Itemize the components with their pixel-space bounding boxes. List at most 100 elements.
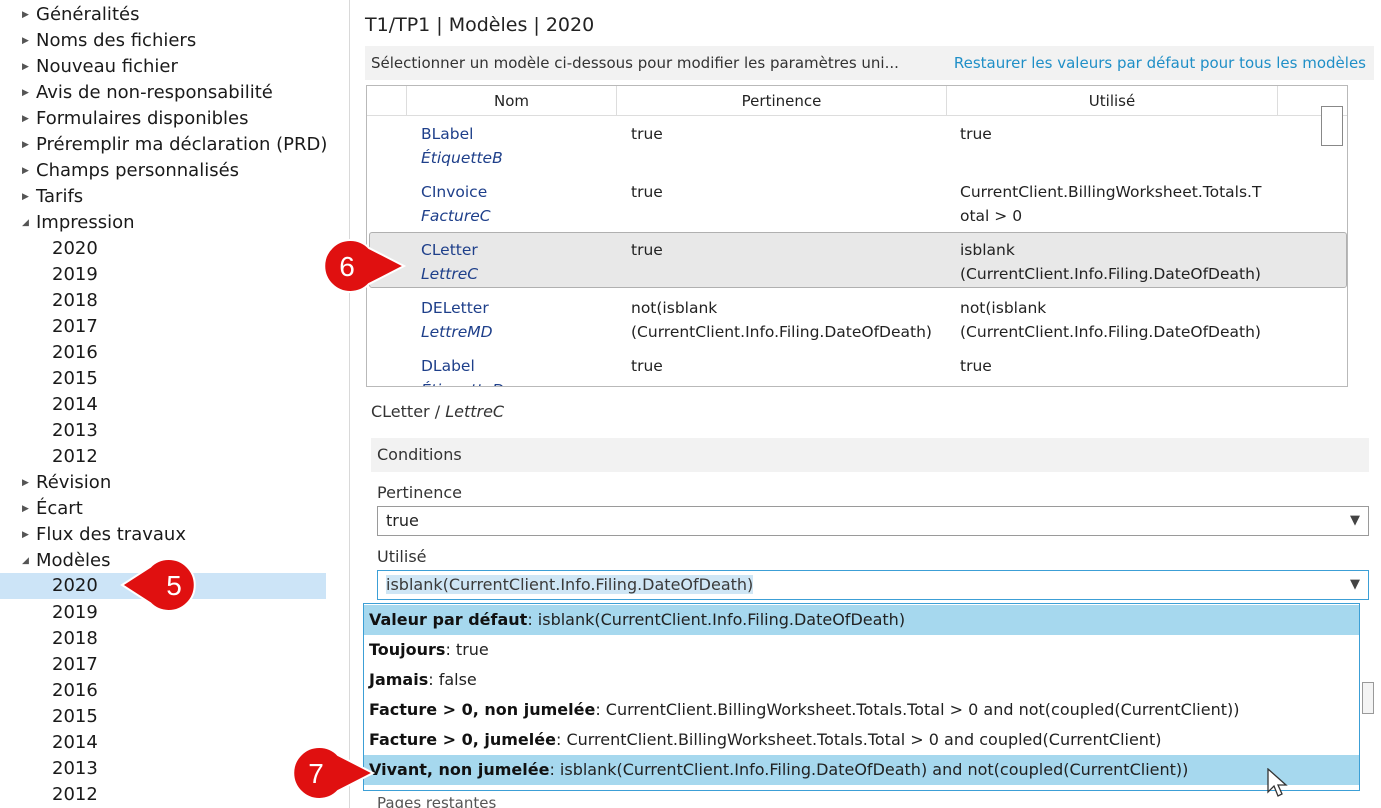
tree-item-impression-year[interactable]: 2014 [0,392,326,418]
expand-arrow-icon[interactable]: ▶ [22,496,34,522]
tree-item-label: 2017 [52,654,98,675]
tree-item-generalites[interactable]: ▶ Généralités [0,2,340,28]
tree-item-impression-year[interactable]: 2012 [0,444,326,470]
table-row[interactable]: CInvoice FactureC true CurrentClient.Bill… [369,174,1347,230]
tree-item-label: 2017 [52,316,98,337]
option-title: Valeur par défaut [369,610,528,629]
tree-item-impression[interactable]: ◢ Impression [0,210,340,236]
column-header-name[interactable]: Nom [407,86,617,116]
expand-arrow-icon[interactable]: ▶ [22,54,34,80]
table-row[interactable]: BLabel ÉtiquetteB true true [369,116,1347,172]
option-title: Facture > 0, non jumelée [369,700,596,719]
table-row[interactable]: DLabel ÉtiquetteD true true [369,348,1347,386]
tree-item-champs[interactable]: ▶ Champs personnalisés [0,158,340,184]
tree-item-label: Modèles [36,550,111,571]
table-row[interactable]: DELetter LettreMD not(isblank (CurrentClie… [369,290,1347,346]
tree-item-prd[interactable]: ▶ Préremplir ma déclaration (PRD) [0,132,340,158]
tree-item-label: 2016 [52,680,98,701]
tree-item-impression-year[interactable]: 2015 [0,366,326,392]
row-used: not(isblank (CurrentClient.Info.Filing.Da… [960,296,1290,344]
row-used-line: isblank [960,241,1015,259]
row-name-en: DLabel [421,357,475,375]
tree-item-impression-year[interactable]: 2018 [0,288,326,314]
tree-item-modeles-year[interactable]: 2018 [0,626,326,652]
expand-arrow-icon[interactable]: ▶ [22,522,34,548]
collapse-arrow-icon[interactable]: ◢ [22,210,34,236]
tree-item-label: Écart [36,498,83,519]
tree-item-label: 2020 [52,238,98,259]
tree-item-revision[interactable]: ▶ Révision [0,470,340,496]
tree-item-formulaires[interactable]: ▶ Formulaires disponibles [0,106,340,132]
tree-item-impression-year[interactable]: 2020 [0,236,326,262]
option-title: Vivant, non jumelée [369,760,550,779]
tree-item-modeles-year[interactable]: 2016 [0,678,326,704]
dropdown-option-never[interactable]: Jamais: false [364,665,1359,695]
row-relevance: true [631,183,663,201]
selected-template-title: CLetter / LettreC [371,402,504,421]
tree-item-label: 2020 [52,575,98,596]
row-name-fr: ÉtiquetteD [421,378,504,386]
grid-scrollbar-thumb[interactable] [1321,106,1343,146]
callout-number: 7 [308,758,324,789]
tree-item-label: 2013 [52,420,98,441]
tree-item-impression-year[interactable]: 2016 [0,340,326,366]
table-row-selected[interactable]: CLetter LettreC true isblank (CurrentClien… [369,232,1347,288]
tree-item-ecart[interactable]: ▶ Écart [0,496,340,522]
hidden-control-edge[interactable] [1362,682,1374,714]
tree-item-flux[interactable]: ▶ Flux des travaux [0,522,340,548]
expand-arrow-icon[interactable]: ▶ [22,470,34,496]
row-name-fr: LettreMD [421,323,493,341]
dropdown-option-invoice-not-coupled[interactable]: Facture > 0, non jumelée: CurrentClient.… [364,695,1359,725]
tree-item-label: Avis de non-responsabilité [36,82,273,103]
row-name: CInvoice FactureC [421,180,491,228]
dropdown-option-always[interactable]: Toujours: true [364,635,1359,665]
row-name-en: BLabel [421,125,474,143]
tree-item-label: 2019 [52,264,98,285]
callout-number: 6 [339,251,355,282]
used-select[interactable]: isblank(CurrentClient.Info.Filing.DateOf… [377,570,1369,600]
tree-item-impression-year[interactable]: 2017 [0,314,326,340]
expand-arrow-icon[interactable]: ▶ [22,184,34,210]
restore-defaults-link[interactable]: Restaurer les valeurs par défaut pour to… [954,46,1366,80]
tree-item-label: Impression [36,212,135,233]
tree-item-modeles-year[interactable]: 2017 [0,652,326,678]
row-relevance: true [631,125,663,143]
callout-6: 6 [323,239,407,293]
dropdown-option-alive-not-coupled[interactable]: Vivant, non jumelée: isblank(CurrentClie… [364,755,1359,785]
expand-arrow-icon[interactable]: ▶ [22,106,34,132]
chevron-down-icon[interactable]: ▼ [1350,507,1360,535]
expand-arrow-icon[interactable]: ▶ [22,28,34,54]
expand-arrow-icon[interactable]: ▶ [22,80,34,106]
tree-item-label: 2012 [52,446,98,467]
dropdown-option-invoice-coupled[interactable]: Facture > 0, jumelée: CurrentClient.Bill… [364,725,1359,755]
row-name-en: DELetter [421,299,489,317]
tree-item-label: 2015 [52,368,98,389]
column-header-relevance[interactable]: Pertinence [617,86,947,116]
row-name-en: CInvoice [421,183,488,201]
tree-item-nouveau-fichier[interactable]: ▶ Nouveau fichier [0,54,340,80]
tree-item-noms-fichiers[interactable]: ▶ Noms des fichiers [0,28,340,54]
used-dropdown-list: Valeur par défaut: isblank(CurrentClient… [363,603,1360,791]
dropdown-option-default[interactable]: Valeur par défaut: isblank(CurrentClient… [364,605,1359,635]
chevron-down-icon[interactable]: ▼ [1350,571,1360,599]
tree-item-impression-year[interactable]: 2019 [0,262,326,288]
tree-item-label: Révision [36,472,112,493]
option-title: Jamais [369,670,429,689]
collapse-arrow-icon[interactable]: ◢ [22,548,34,574]
tree-item-impression-year[interactable]: 2013 [0,418,326,444]
tree-item-modeles-year[interactable]: 2015 [0,704,326,730]
expand-arrow-icon[interactable]: ▶ [22,2,34,28]
row-used-line: not(isblank [960,299,1047,317]
tree-item-label: 2012 [52,784,98,805]
relevance-select[interactable]: true ▼ [377,506,1369,536]
row-name-fr: FactureC [421,207,491,225]
tree-item-avis[interactable]: ▶ Avis de non-responsabilité [0,80,340,106]
expand-arrow-icon[interactable]: ▶ [22,132,34,158]
expand-arrow-icon[interactable]: ▶ [22,158,34,184]
callout-5: 5 [120,558,196,612]
tree-item-tarifs[interactable]: ▶ Tarifs [0,184,340,210]
tree-item-label: Nouveau fichier [36,56,178,77]
tree-item-label: Généralités [36,4,140,25]
column-header-used[interactable]: Utilisé [947,86,1278,116]
row-relevance-line: (CurrentClient.Info.Filing.DateOfDeath) [631,323,932,341]
